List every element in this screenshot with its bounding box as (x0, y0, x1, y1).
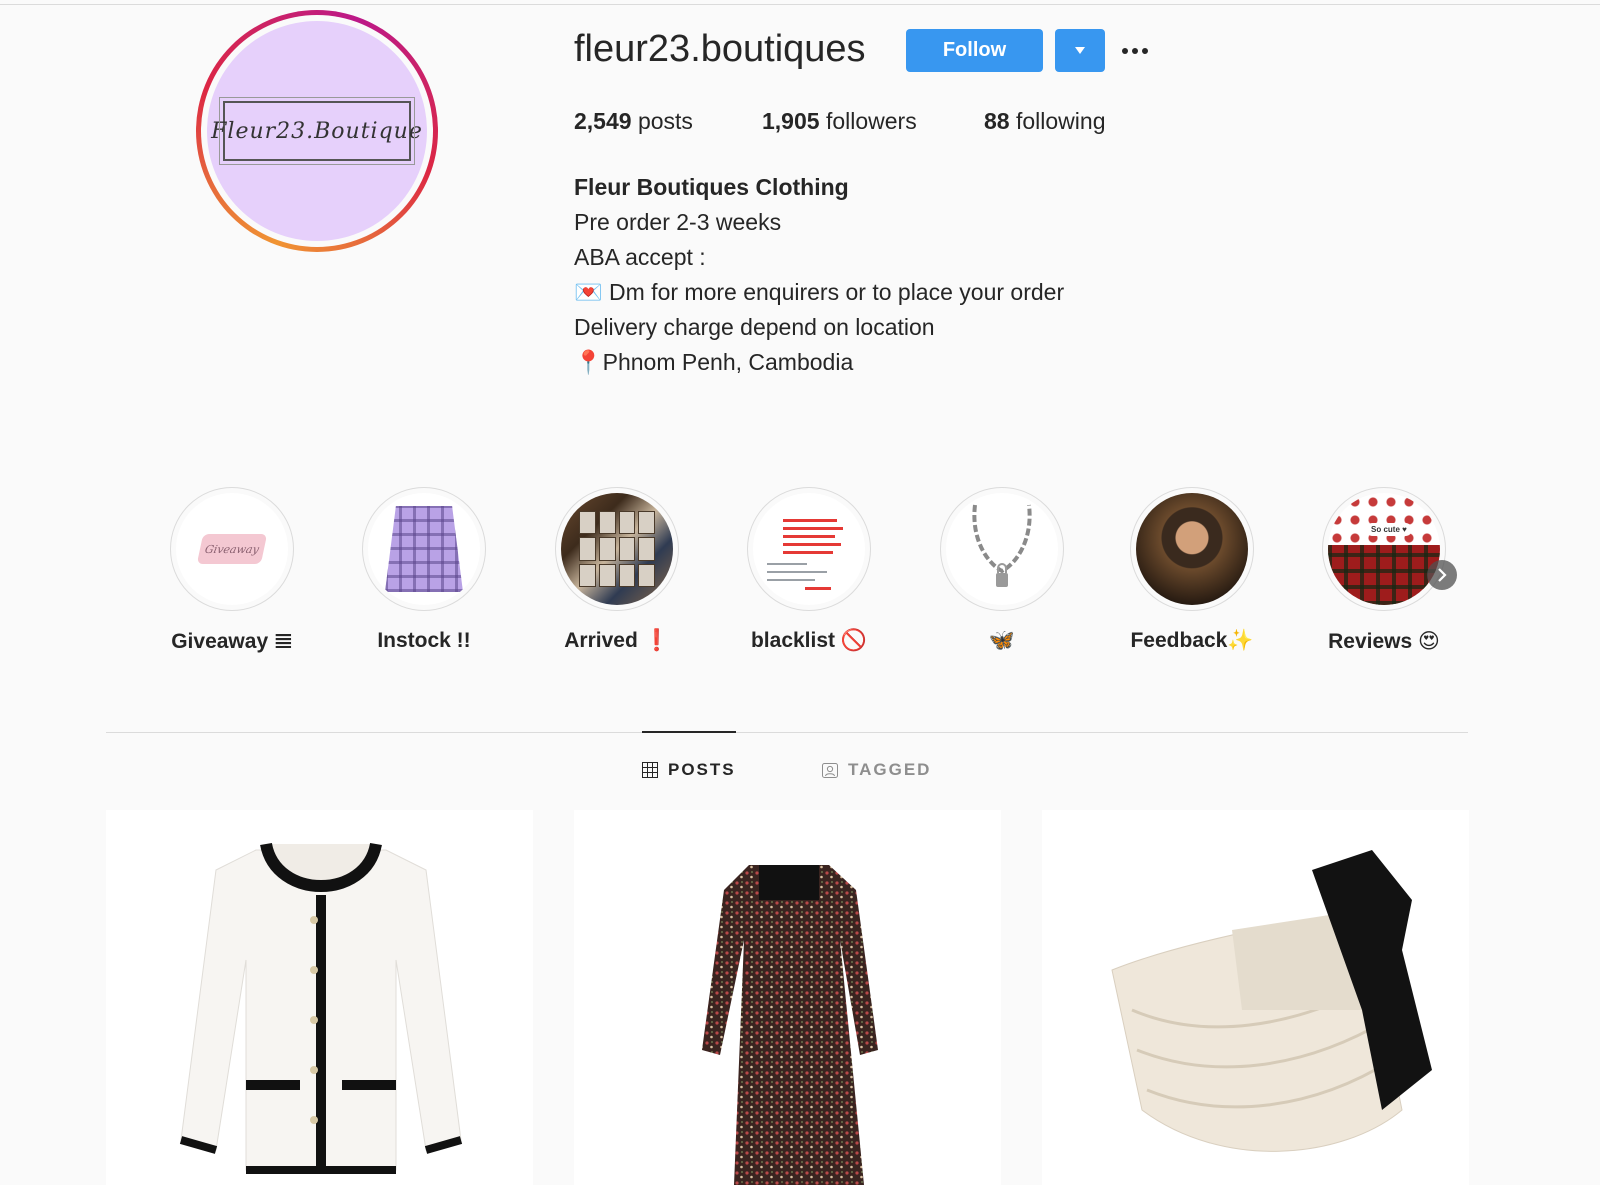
highlight-ring (362, 487, 486, 611)
ruched-top-image (1111, 850, 1432, 1152)
avatar-logo-text: Fleur23.Boutique (211, 97, 422, 165)
tagged-person-icon (822, 763, 838, 778)
highlight-giveaway[interactable]: Giveaway Giveaway 𝌆 (162, 487, 302, 654)
highlight-label: Giveaway 𝌆 (171, 630, 293, 653)
highlight-label: 🦋 (988, 629, 1016, 652)
highlight-ring: So cute ♥ (1322, 487, 1446, 611)
caret-down-icon (1075, 47, 1085, 54)
posts-count-value: 2,549 (574, 108, 632, 134)
tab-label: TAGGED (848, 760, 932, 779)
highlight-label: Arrived ❗ (564, 629, 670, 652)
following-link[interactable]: 88 following (984, 108, 1105, 135)
chain-necklace-image (972, 504, 1032, 587)
tartan-fabric-image (1328, 545, 1440, 605)
follow-button[interactable]: Follow (906, 29, 1043, 72)
highlight-blacklist[interactable]: blacklist 🚫 (739, 487, 879, 653)
bio-full-name: Fleur Boutiques Clothing (574, 174, 849, 200)
posts-count-label: posts (637, 108, 693, 134)
chevron-right-icon (1438, 568, 1447, 582)
dot-icon (1142, 48, 1148, 54)
avatar-gap: Fleur23.Boutique (201, 15, 433, 247)
following-count-value: 88 (984, 108, 1010, 134)
tab-tagged[interactable]: TAGGED (822, 760, 931, 780)
highlight-ring (555, 487, 679, 611)
active-tab-indicator (642, 731, 736, 733)
bio-line: 💌 Dm for more enquirers or to place your… (574, 279, 1065, 305)
highlight-ring: Giveaway (170, 487, 294, 611)
highlight-instock[interactable]: Instock !! (354, 487, 494, 653)
followers-count-label: followers (825, 108, 917, 134)
profile-avatar-story-ring[interactable]: Fleur23.Boutique (196, 10, 438, 252)
bio-line: Delivery charge depend on location (574, 314, 935, 340)
highlight-thumb-text: So cute ♥ (1366, 523, 1412, 536)
tab-posts[interactable]: POSTS (642, 760, 736, 780)
posts-count: 2,549 posts (574, 108, 693, 135)
floral-dress-image (702, 865, 878, 1185)
highlight-thumbnail: Giveaway (176, 493, 288, 605)
white-cardigan-image (179, 842, 463, 1174)
avatar[interactable]: Fleur23.Boutique (207, 21, 427, 241)
post-thumbnail-cardigan[interactable] (106, 810, 533, 1185)
top-divider (0, 4, 1600, 5)
profile-username: fleur23.boutiques (574, 28, 866, 70)
highlight-thumbnail (368, 493, 480, 605)
bio-line: ABA accept : (574, 244, 706, 270)
highlights-next-button[interactable] (1427, 560, 1457, 590)
followers-count-value: 1,905 (762, 108, 820, 134)
highlight-thumbnail (753, 493, 865, 605)
highlight-label: Instock !! (377, 629, 471, 652)
profile-bio: Fleur Boutiques Clothing Pre order 2-3 w… (574, 170, 1064, 380)
dot-icon (1122, 48, 1128, 54)
section-divider (106, 732, 1468, 733)
plaid-skirt-image (385, 506, 463, 592)
highlight-label: Reviews 😍 (1328, 630, 1440, 653)
bio-location: 📍Phnom Penh, Cambodia (574, 349, 854, 375)
dot-icon (1132, 48, 1138, 54)
highlight-label: blacklist 🚫 (750, 629, 868, 652)
highlight-butterfly[interactable]: 🦋 (932, 487, 1072, 653)
bio-line: Pre order 2-3 weeks (574, 209, 782, 235)
highlight-ring (1130, 487, 1254, 611)
highlight-thumb-text: Giveaway (196, 534, 268, 564)
post-thumbnail-ruched-top[interactable] (1042, 810, 1469, 1185)
tab-label: POSTS (668, 760, 736, 779)
highlight-ring (940, 487, 1064, 611)
highlight-thumbnail (1136, 493, 1248, 605)
highlight-thumbnail: So cute ♥ (1328, 493, 1440, 605)
highlight-feedback[interactable]: Feedback✨ (1122, 487, 1262, 653)
post-thumbnail-floral-dress[interactable] (574, 810, 1001, 1185)
followers-link[interactable]: 1,905 followers (762, 108, 917, 135)
highlight-ring (747, 487, 871, 611)
suggested-accounts-dropdown-button[interactable] (1055, 29, 1105, 72)
following-count-label: following (1015, 108, 1106, 134)
highlight-arrived[interactable]: Arrived ❗ (547, 487, 687, 653)
highlight-label: Feedback✨ (1130, 629, 1254, 652)
highlight-thumbnail (946, 493, 1058, 605)
arrived-packages-image (579, 511, 655, 587)
more-options-button[interactable] (1122, 36, 1162, 66)
highlight-thumbnail (561, 493, 673, 605)
grid-icon (642, 762, 658, 778)
